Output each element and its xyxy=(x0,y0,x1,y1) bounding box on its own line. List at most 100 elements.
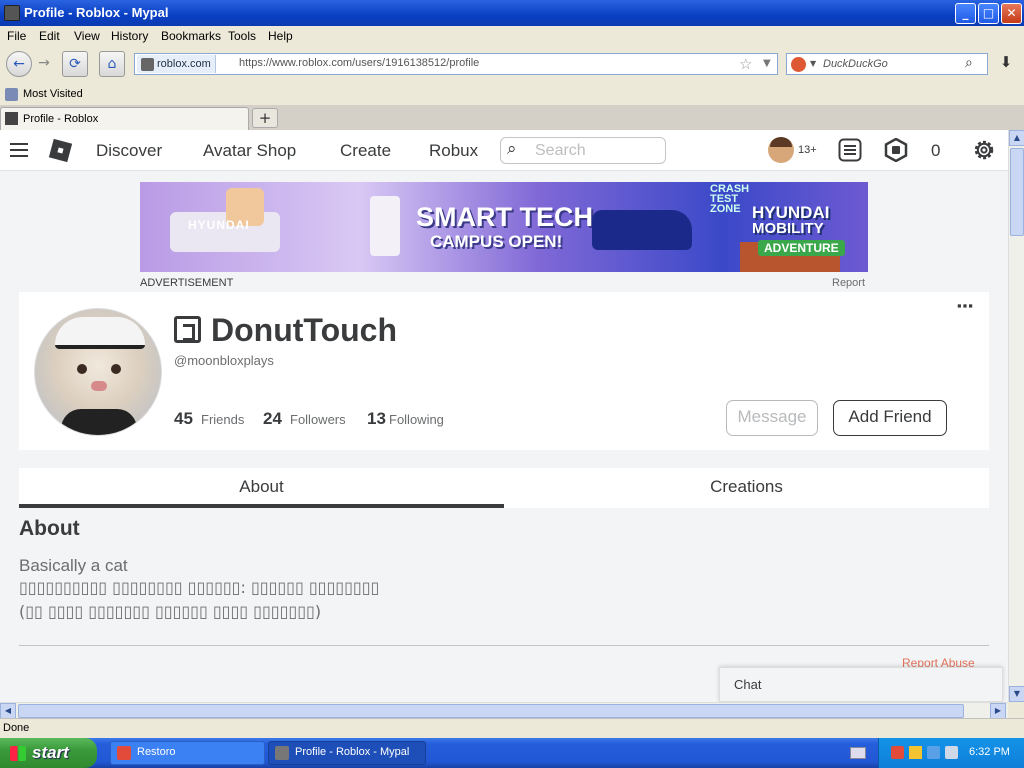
tab-about[interactable]: About xyxy=(19,477,504,497)
warning-tray-icon[interactable] xyxy=(909,746,922,759)
forward-button[interactable]: → xyxy=(34,51,54,77)
site-identity[interactable]: roblox.com xyxy=(137,55,216,73)
taskbar-clock[interactable]: 6:32 PM xyxy=(969,746,1010,758)
download-button[interactable]: ⬇ xyxy=(994,53,1018,75)
start-button[interactable]: start xyxy=(0,738,97,768)
premium-badge-icon xyxy=(174,316,201,343)
close-button[interactable]: ✕ xyxy=(1001,3,1022,24)
nav-create[interactable]: Create xyxy=(340,141,391,161)
volume-tray-icon[interactable] xyxy=(945,746,958,759)
message-button[interactable]: Message xyxy=(726,400,818,436)
vertical-scrollbar[interactable]: ▲ ▼ xyxy=(1008,130,1024,702)
ad-report-link[interactable]: Report xyxy=(832,277,865,289)
roblox-logo-icon[interactable] xyxy=(48,138,73,163)
settings-gear-icon[interactable] xyxy=(972,138,996,162)
roblox-search-placeholder: Search xyxy=(535,142,586,159)
windows-taskbar: start Restoro Profile - Roblox - Mypal 6… xyxy=(0,738,1024,768)
menu-tools[interactable]: Tools xyxy=(228,29,256,43)
search-icon: ⌕ xyxy=(507,139,517,159)
menu-file[interactable]: File xyxy=(7,29,26,43)
active-tab-indicator xyxy=(19,504,504,508)
nav-robux[interactable]: Robux xyxy=(429,141,478,161)
following-count[interactable]: 13 xyxy=(367,409,386,429)
navigation-toolbar: ← → ⟳ ⌂ roblox.com https://www.roblox.co… xyxy=(0,46,1024,84)
restoro-app-icon xyxy=(117,746,131,760)
about-description-line: (▯▯ ▯▯▯▯ ▯▯▯▯▯▯▯ ▯▯▯▯▯▯ ▯▯▯▯ ▯▯▯▯▯▯▯) xyxy=(19,602,322,621)
profile-header-card: DonutTouch @moonbloxplays 45 Friends 24 … xyxy=(19,292,989,450)
profile-username: @moonbloxplays xyxy=(174,353,274,368)
notifications-list-icon[interactable] xyxy=(838,138,862,162)
scroll-left-icon[interactable]: ◀ xyxy=(0,703,16,719)
age-badge: 13+ xyxy=(798,144,817,156)
robux-balance: 0 xyxy=(931,141,941,160)
banner-subtitle: CAMPUS OPEN! xyxy=(430,232,563,251)
vertical-scroll-thumb[interactable] xyxy=(1010,148,1024,236)
url-bar[interactable]: roblox.com https://www.roblox.com/users/… xyxy=(134,53,778,75)
status-bar: Done xyxy=(0,718,1024,738)
more-options-icon[interactable]: ▪▪▪ xyxy=(957,298,974,313)
roblox-search-input[interactable]: ⌕ Search xyxy=(500,137,666,164)
restoro-tray-icon[interactable] xyxy=(891,746,904,759)
maximize-button[interactable]: □ xyxy=(978,3,999,24)
menu-edit[interactable]: Edit xyxy=(39,29,60,43)
new-tab-button[interactable]: + xyxy=(252,108,278,128)
site-favicon-icon xyxy=(141,58,154,71)
keyboard-layout-icon[interactable] xyxy=(850,747,866,759)
profile-avatar[interactable] xyxy=(34,308,162,436)
followers-label[interactable]: Followers xyxy=(290,412,346,427)
scroll-right-icon[interactable]: ▶ xyxy=(990,703,1006,719)
taskbar-item-restoro[interactable]: Restoro xyxy=(110,741,265,765)
user-avatar[interactable] xyxy=(768,137,794,163)
most-visited-bookmark[interactable]: Most Visited xyxy=(23,88,83,100)
mypal-app-icon xyxy=(275,746,289,760)
horizontal-scroll-thumb[interactable] xyxy=(18,704,964,718)
friends-label[interactable]: Friends xyxy=(201,412,244,427)
robux-icon[interactable] xyxy=(884,138,908,162)
browser-search-placeholder: DuckDuckGo xyxy=(823,58,888,70)
scroll-down-icon[interactable]: ▼ xyxy=(1009,686,1024,702)
banner-crash-zone: CRASH TEST ZONE xyxy=(710,183,750,215)
taskbar-item-mypal[interactable]: Profile - Roblox - Mypal xyxy=(268,741,426,765)
hamburger-menu-icon[interactable] xyxy=(10,143,28,145)
system-tray: 6:32 PM xyxy=(878,738,1024,768)
most-visited-icon xyxy=(5,88,18,101)
bookmark-star-icon[interactable]: ☆ xyxy=(739,55,752,73)
chat-label: Chat xyxy=(734,677,762,692)
about-divider xyxy=(19,645,989,646)
duckduckgo-icon[interactable] xyxy=(791,57,806,72)
home-button[interactable]: ⌂ xyxy=(99,51,125,77)
roblox-header: Discover Avatar Shop Create Robux ⌕ Sear… xyxy=(0,130,1008,171)
banner-right-line1: HYUNDAI xyxy=(752,203,830,222)
reload-button[interactable]: ⟳ xyxy=(62,51,88,77)
chat-widget[interactable]: Chat xyxy=(719,667,1003,702)
profile-tabs: About Creations xyxy=(19,468,989,508)
followers-count[interactable]: 24 xyxy=(263,409,282,429)
minimize-button[interactable]: _ xyxy=(955,3,976,24)
profile-display-name: DonutTouch xyxy=(211,312,398,348)
tab-creations[interactable]: Creations xyxy=(504,477,989,497)
following-label[interactable]: Following xyxy=(389,412,444,427)
browser-search-box[interactable]: ▼ DuckDuckGo ⌕ xyxy=(786,53,988,75)
avatar-eye-graphic xyxy=(77,364,87,374)
advertisement-banner[interactable]: HYUNDAI SMART TECH CAMPUS OPEN! CRASH TE… xyxy=(140,182,868,272)
taskbar-item-label: Profile - Roblox - Mypal xyxy=(295,746,410,758)
menu-help[interactable]: Help xyxy=(268,29,293,43)
add-friend-button[interactable]: Add Friend xyxy=(833,400,947,436)
menu-bookmarks[interactable]: Bookmarks xyxy=(161,29,221,43)
network-tray-icon[interactable] xyxy=(927,746,940,759)
friends-count[interactable]: 45 xyxy=(174,409,193,429)
status-text: Done xyxy=(3,722,30,734)
horizontal-scrollbar[interactable]: ◀ ▶ xyxy=(0,702,1008,719)
menu-history[interactable]: History xyxy=(111,29,148,43)
scroll-up-icon[interactable]: ▲ xyxy=(1009,130,1024,146)
nav-avatar-shop[interactable]: Avatar Shop xyxy=(203,141,296,161)
web-page: Discover Avatar Shop Create Robux ⌕ Sear… xyxy=(0,130,1008,702)
nav-discover[interactable]: Discover xyxy=(96,141,162,161)
search-icon[interactable]: ⌕ xyxy=(965,55,973,71)
url-dropdown-icon[interactable]: ▼ xyxy=(763,58,771,69)
menu-view[interactable]: View xyxy=(74,29,100,43)
tab-profile-roblox[interactable]: Profile - Roblox xyxy=(0,107,249,130)
search-engine-dropdown-icon[interactable]: ▼ xyxy=(810,59,816,68)
url-text[interactable]: https://www.roblox.com/users/1916138512/… xyxy=(239,57,479,69)
back-button[interactable]: ← xyxy=(6,51,32,77)
